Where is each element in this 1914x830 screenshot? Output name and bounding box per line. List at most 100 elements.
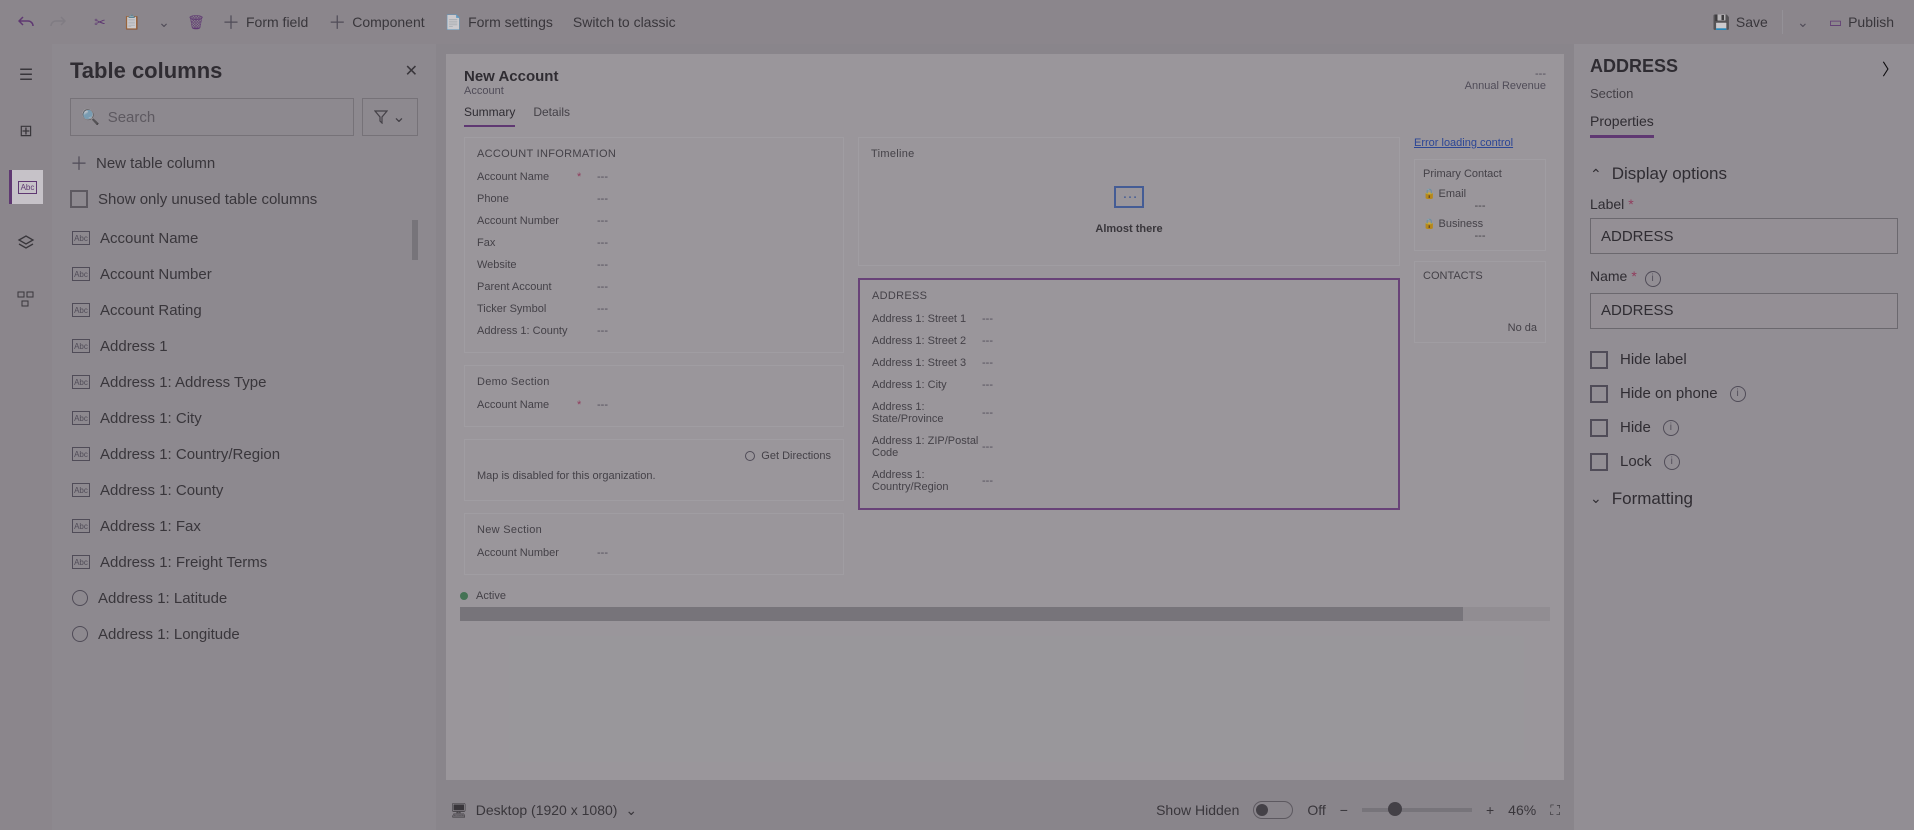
hide-phone-checkbox[interactable]: Hide on phone i — [1590, 385, 1898, 403]
form-field[interactable]: Address 1: City--- — [872, 374, 1386, 396]
publish-button[interactable]: ▭Publish — [1819, 4, 1904, 40]
canvas-footer: 🖥 Desktop (1920 x 1080) ⌄ Show Hidden Of… — [436, 790, 1574, 830]
column-item[interactable]: AbcAddress 1 — [70, 328, 418, 364]
properties-title: ADDRESS — [1590, 56, 1678, 77]
lock-checkbox[interactable]: Lock i — [1590, 453, 1898, 471]
section-new[interactable]: New Section Account Number--- — [464, 513, 844, 575]
info-icon[interactable]: i — [1663, 420, 1679, 436]
column-item[interactable]: AbcAddress 1: Country/Region — [70, 436, 418, 472]
paste-dropdown[interactable]: ⌄ — [148, 4, 180, 40]
switch-classic-button[interactable]: Switch to classic — [563, 4, 686, 40]
form-field[interactable]: Account Number--- — [477, 542, 831, 564]
save-button[interactable]: 💾Save — [1702, 4, 1777, 40]
form-field[interactable]: Account Number--- — [477, 210, 831, 232]
columns-list: AbcAccount NameAbcAccount NumberAbcAccou… — [70, 220, 418, 830]
section-map[interactable]: Get Directions Map is disabled for this … — [464, 439, 844, 501]
column-item[interactable]: AbcAddress 1: County — [70, 472, 418, 508]
form-field[interactable]: Phone--- — [477, 188, 831, 210]
show-hidden-toggle[interactable] — [1253, 801, 1293, 819]
quick-view-card[interactable]: Primary Contact 🔒 Email --- 🔒 Business -… — [1414, 159, 1546, 251]
label-input[interactable] — [1590, 218, 1898, 254]
component-button[interactable]: ＋Component — [318, 4, 434, 40]
form-field[interactable]: Parent Account--- — [477, 276, 831, 298]
columns-tab-button[interactable]: Abc — [9, 170, 43, 204]
column-item[interactable]: AbcAddress 1: Address Type — [70, 364, 418, 400]
properties-tab[interactable]: Properties — [1590, 113, 1654, 138]
close-panel-button[interactable]: ✕ — [405, 61, 418, 81]
form-field-button[interactable]: ＋Form field — [212, 4, 318, 40]
paste-button[interactable]: 📋 — [116, 4, 148, 40]
form-canvas[interactable]: New Account Account --- Annual Revenue S… — [446, 54, 1564, 780]
section-account-information[interactable]: ACCOUNT INFORMATION Account Name*---Phon… — [464, 137, 844, 353]
column-list-scrollbar[interactable] — [412, 220, 418, 260]
form-field[interactable]: Address 1: State/Province--- — [872, 396, 1386, 430]
zoom-slider[interactable] — [1362, 808, 1472, 812]
display-options-section-header[interactable]: ⌃ Display options — [1590, 164, 1898, 184]
section-address[interactable]: ADDRESS Address 1: Street 1---Address 1:… — [858, 278, 1400, 510]
expand-properties-button[interactable]: 〉 — [1882, 56, 1898, 80]
form-field[interactable]: Address 1: County--- — [477, 320, 831, 342]
canvas-h-scrollbar[interactable] — [460, 607, 1550, 621]
components-tab-button[interactable]: ⊞ — [9, 114, 43, 148]
fit-button[interactable]: ⛶ — [1550, 802, 1560, 819]
tab-summary[interactable]: Summary — [464, 101, 515, 127]
form-field[interactable]: Account Name*--- — [477, 166, 831, 188]
redo-button[interactable] — [42, 4, 74, 40]
info-icon[interactable]: i — [1664, 454, 1680, 470]
form-field[interactable]: Address 1: Street 3--- — [872, 352, 1386, 374]
filter-button[interactable]: ⌄ — [362, 98, 418, 136]
form-field[interactable]: Account Name*--- — [477, 394, 831, 416]
section-timeline[interactable]: Timeline Almost there — [858, 137, 1400, 266]
cut-button[interactable]: ✂ — [84, 4, 116, 40]
name-input[interactable] — [1590, 293, 1898, 329]
undo-button[interactable] — [10, 4, 42, 40]
hamburger-button[interactable]: ☰ — [9, 58, 43, 92]
form-settings-button[interactable]: 📄Form settings — [435, 4, 563, 40]
info-icon[interactable]: i — [1645, 271, 1661, 287]
save-dropdown[interactable]: ⌄ — [1787, 4, 1819, 40]
chevron-up-icon: ⌃ — [1590, 166, 1602, 183]
column-item[interactable]: AbcAccount Rating — [70, 292, 418, 328]
search-input[interactable]: 🔍 Search — [70, 98, 354, 136]
column-type-icon: Abc — [72, 375, 90, 389]
monitor-icon: 🖥 — [450, 802, 468, 819]
new-table-column-button[interactable]: ＋New table column — [70, 150, 418, 176]
column-item[interactable]: Address 1: Longitude — [70, 616, 418, 652]
column-item[interactable]: AbcAccount Name — [70, 220, 418, 256]
properties-panel: ADDRESS 〉 Section Properties ⌃ Display o… — [1574, 44, 1914, 830]
hide-checkbox[interactable]: Hide i — [1590, 419, 1898, 437]
form-field[interactable]: Address 1: Street 1--- — [872, 308, 1386, 330]
formatting-section-header[interactable]: ⌄ Formatting — [1590, 489, 1898, 509]
form-field[interactable]: Ticker Symbol--- — [477, 298, 831, 320]
device-selector[interactable]: 🖥 Desktop (1920 x 1080) ⌄ — [450, 802, 637, 819]
column-type-icon: Abc — [72, 555, 90, 569]
column-item[interactable]: AbcAddress 1: Fax — [70, 508, 418, 544]
error-loading-control-link[interactable]: Error loading control — [1414, 137, 1546, 149]
chevron-down-icon: ⌄ — [1590, 490, 1602, 507]
delete-button[interactable]: 🗑 — [180, 4, 212, 40]
panel-title: Table columns — [70, 58, 222, 84]
tree-tab-button[interactable] — [9, 282, 43, 316]
column-item[interactable]: Address 1: Latitude — [70, 580, 418, 616]
form-field[interactable]: Website--- — [477, 254, 831, 276]
form-field[interactable]: Address 1: Country/Region--- — [872, 464, 1386, 498]
section-demo[interactable]: Demo Section Account Name*--- — [464, 365, 844, 427]
form-field[interactable]: Address 1: ZIP/Postal Code--- — [872, 430, 1386, 464]
contacts-card[interactable]: CONTACTS No da — [1414, 261, 1546, 343]
column-type-icon: Abc — [72, 519, 90, 533]
column-item[interactable]: AbcAddress 1: City — [70, 400, 418, 436]
tab-details[interactable]: Details — [533, 101, 570, 127]
zoom-in-button[interactable]: + — [1486, 802, 1494, 818]
hide-label-checkbox[interactable]: Hide label — [1590, 351, 1898, 369]
form-canvas-area: New Account Account --- Annual Revenue S… — [436, 44, 1574, 830]
column-item[interactable]: AbcAccount Number — [70, 256, 418, 292]
layers-tab-button[interactable] — [9, 226, 43, 260]
column-item[interactable]: AbcAddress 1: Freight Terms — [70, 544, 418, 580]
show-unused-checkbox[interactable]: Show only unused table columns — [70, 190, 418, 208]
info-icon[interactable]: i — [1730, 386, 1746, 402]
table-columns-panel: Table columns ✕ 🔍 Search ⌄ ＋New table co… — [52, 44, 436, 830]
form-field[interactable]: Address 1: Street 2--- — [872, 330, 1386, 352]
record-status-bar: Active — [446, 585, 1564, 607]
zoom-out-button[interactable]: − — [1340, 802, 1348, 818]
form-field[interactable]: Fax--- — [477, 232, 831, 254]
